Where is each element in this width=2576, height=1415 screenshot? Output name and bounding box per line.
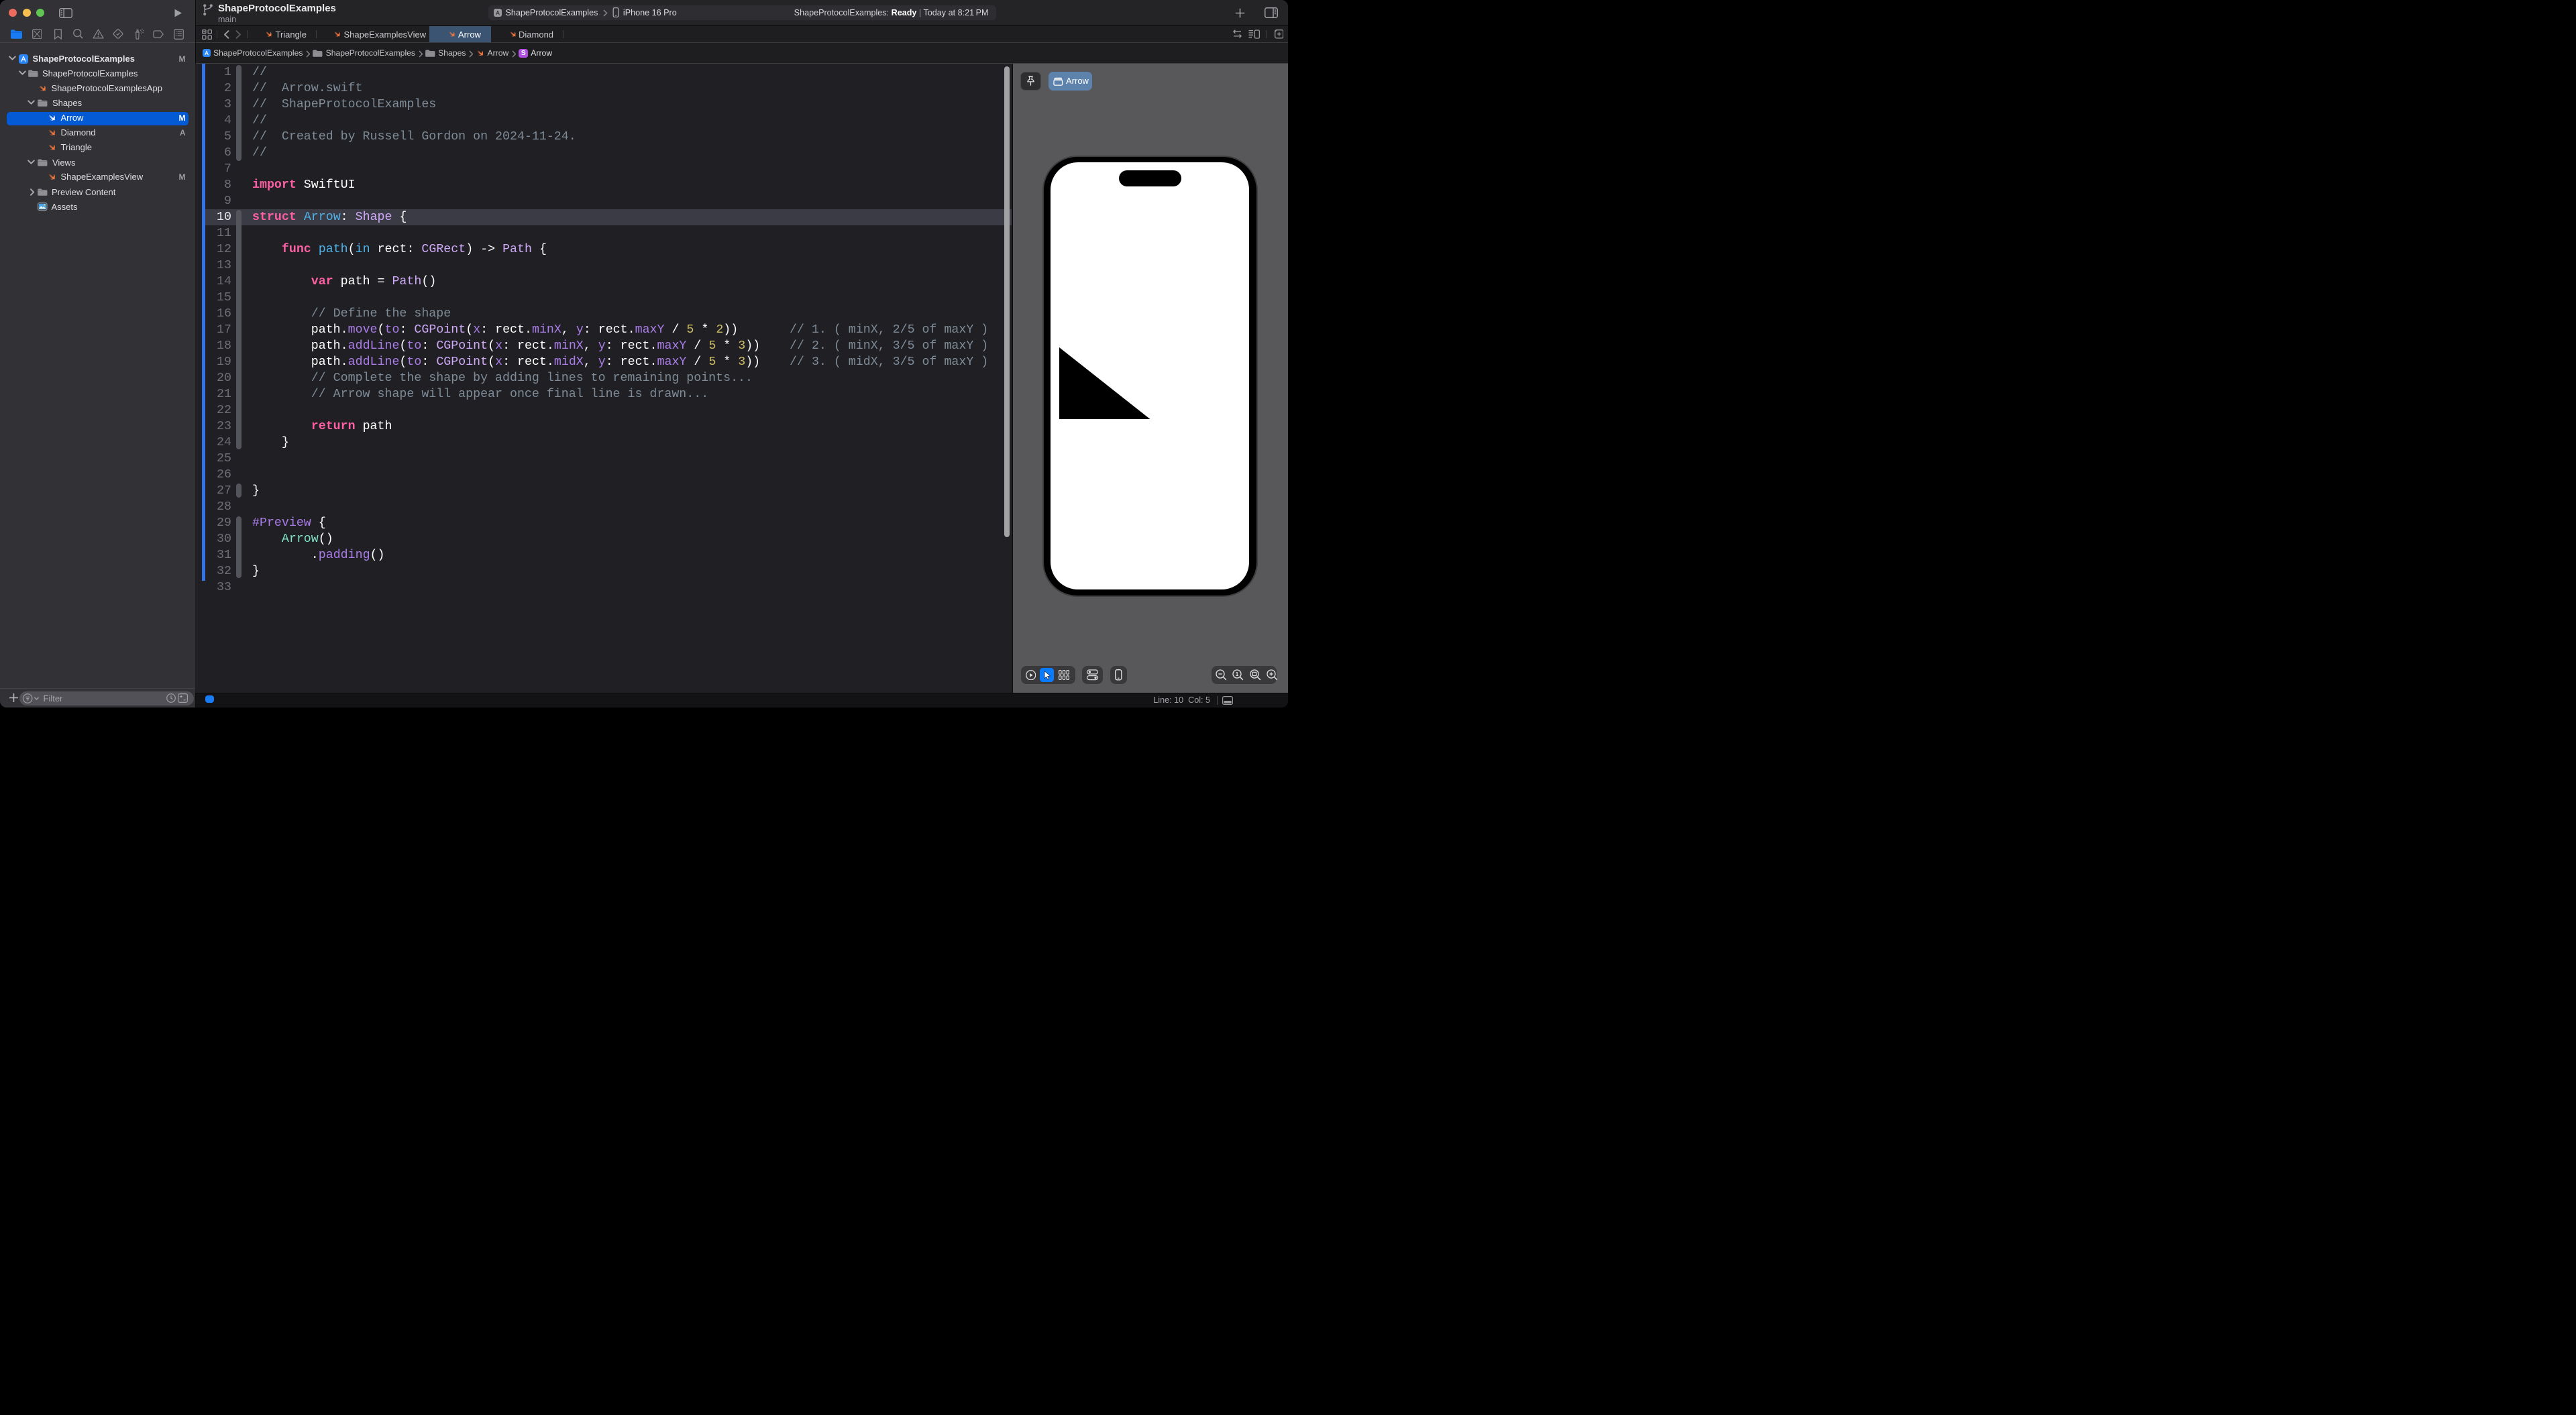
svg-text:1: 1 bbox=[1236, 671, 1239, 677]
